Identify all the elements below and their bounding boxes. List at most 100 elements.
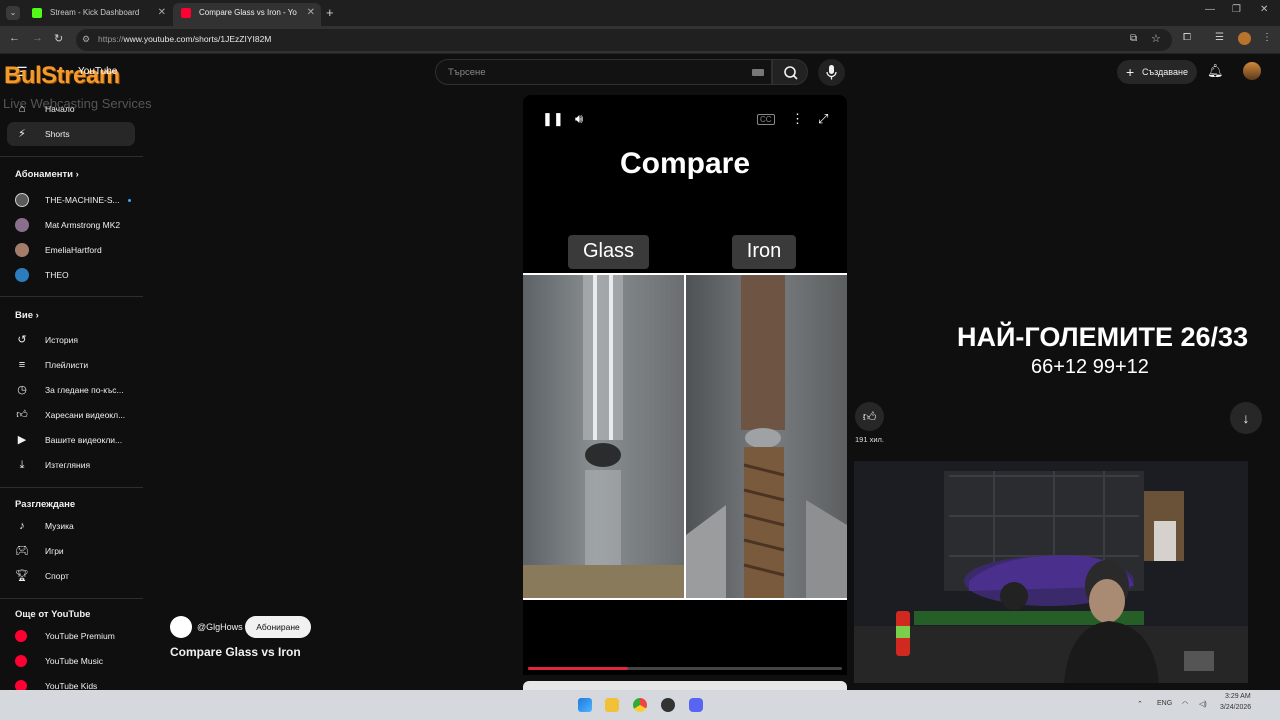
iron-rod-frame (686, 273, 847, 600)
overlay-subtitle: 66+12 99+12 (1031, 356, 1149, 378)
sidebar-item-music[interactable]: ♪ Музика (7, 514, 135, 538)
sidebar-item-label: За гледане по-къс... (45, 385, 124, 395)
sidebar-item-watch-later[interactable]: ◷ За гледане по-къс... (7, 378, 135, 402)
playlist-icon: ≡ (18, 359, 26, 371)
voice-search-button[interactable] (818, 59, 845, 86)
music-icon: ♪ (19, 520, 25, 532)
video-heading: Compare (619, 147, 751, 180)
sidebar-item-label: Изтегляния (45, 460, 91, 470)
like-count: 191 хил. (855, 435, 884, 444)
shorts-icon: ⚡︎ (18, 128, 26, 140)
account-avatar[interactable] (1243, 62, 1261, 80)
sidebar-item-shorts[interactable]: ⚡︎ Shorts (7, 122, 135, 146)
sidebar-item-home[interactable]: ⌂ Начало (7, 97, 135, 121)
sidebar-item-label: Shorts (45, 129, 70, 139)
media-icon[interactable]: ☰ (1215, 32, 1224, 43)
sidebar-item-label: Mat Armstrong MK2 (45, 220, 121, 230)
back-icon[interactable]: ← (9, 32, 20, 44)
subscribe-button[interactable]: Абониране (245, 616, 311, 638)
volume-icon[interactable]: 🔊︎ (575, 111, 583, 127)
sidebar-item-downloads[interactable]: ⤓ Изтегляния (7, 453, 135, 477)
profile-avatar[interactable] (1238, 32, 1251, 45)
webcam-scene (854, 461, 1248, 683)
video-icon: ▶ (17, 434, 27, 446)
channel-avatar[interactable] (170, 616, 192, 638)
channel-name[interactable]: @GlgHows (197, 622, 243, 632)
sidebar-item-your-videos[interactable]: ▶ Вашите видеокли... (7, 428, 135, 452)
search-icon (784, 66, 798, 80)
sidebar-item-youtube-kids[interactable]: YouTube Kids (7, 674, 135, 690)
close-window-icon[interactable]: ✕ (1260, 4, 1268, 15)
minimize-icon[interactable]: — (1205, 4, 1215, 15)
more-from-youtube-heading: Още от YouTube (15, 609, 91, 620)
short-title[interactable]: Compare Glass vs Iron (170, 645, 301, 659)
shorts-video-player[interactable]: ❚❚ 🔊︎ CC ⋮ ⤢ Compare Glass Iron (523, 95, 847, 675)
wifi-icon[interactable]: ◠ (1182, 700, 1188, 708)
youtube-icon (181, 8, 191, 18)
reload-icon[interactable]: ↻ (54, 32, 63, 45)
search-button[interactable] (772, 59, 808, 85)
windows-start-icon[interactable] (578, 698, 592, 712)
browser-menu-icon[interactable]: ⋮ (1262, 32, 1272, 43)
kick-icon (32, 8, 42, 18)
you-heading[interactable]: Вие › (15, 310, 39, 321)
maximize-icon[interactable]: ❐ (1232, 4, 1241, 15)
microphone-icon (826, 65, 837, 80)
language-indicator[interactable]: ENG (1157, 700, 1172, 707)
channel-avatar (15, 193, 29, 207)
sidebar-item-youtube-music[interactable]: YouTube Music (7, 649, 135, 673)
sidebar-item-liked[interactable]: 👍︎ Харесани видеокл... (7, 403, 135, 427)
sidebar-item-label: Музика (45, 521, 74, 531)
youtube-logo[interactable]: YouTube (78, 66, 117, 77)
sidebar-item-gaming[interactable]: 🎮︎ Игри (7, 539, 135, 563)
video-progress-bar[interactable] (528, 667, 842, 670)
keyboard-icon[interactable] (752, 69, 764, 76)
bookmark-star-icon[interactable]: ☆ (1151, 32, 1161, 45)
sidebar-item-label: YouTube Kids (45, 681, 98, 690)
extensions-icon[interactable]: ⧠ (1183, 32, 1191, 43)
create-button[interactable]: + Създаване (1117, 60, 1197, 84)
close-tab-icon[interactable]: ✕ (307, 3, 315, 22)
tab-kick-dashboard[interactable]: Stream - Kick Dashboard ✕ (24, 3, 172, 26)
sidebar-item-label: Спорт (45, 571, 69, 581)
sidebar-item-sports[interactable]: 🏆︎ Спорт (7, 564, 135, 588)
thumbs-up-icon: 👍︎ (862, 409, 877, 424)
close-tab-icon[interactable]: ✕ (158, 3, 166, 22)
tab-youtube-short[interactable]: Compare Glass vs Iron - Yo ✕ (173, 3, 321, 26)
address-bar[interactable]: ⚙ https://www.youtube.com/shorts/1JEzZIY… (76, 29, 1172, 51)
clock-date[interactable]: 3/24/2026 (1220, 704, 1251, 711)
forward-icon[interactable]: → (32, 32, 43, 44)
next-short-button[interactable]: ↓ (1230, 402, 1262, 434)
discord-icon[interactable] (689, 698, 703, 712)
tray-chevron-icon[interactable]: ⌃ (1137, 700, 1143, 708)
more-options-icon[interactable]: ⋮ (791, 111, 804, 127)
sidebar-item-youtube-premium[interactable]: YouTube Premium (7, 624, 135, 648)
sidebar-item-label: Начало (45, 104, 75, 114)
subscriptions-heading[interactable]: Абонаменти › (15, 169, 79, 180)
new-tab-button[interactable]: + (326, 5, 334, 20)
sidebar-item-subscription[interactable]: THE-MACHINE-S... (7, 188, 135, 212)
fullscreen-icon[interactable]: ⤢ (818, 111, 828, 127)
file-explorer-icon[interactable] (605, 698, 619, 712)
webcam-feed (854, 461, 1248, 683)
plus-icon: + (1126, 64, 1135, 80)
sidebar-item-subscription[interactable]: THEO (7, 263, 135, 287)
captions-icon[interactable]: CC (757, 114, 775, 125)
sidebar-item-playlists[interactable]: ≡ Плейлисти (7, 353, 135, 377)
cast-icon[interactable]: ⧉ (1130, 33, 1137, 44)
tab-title: Compare Glass vs Iron - Yo (199, 8, 297, 17)
notifications-bell-icon[interactable]: 🔔︎ (1207, 63, 1224, 79)
sidebar-item-history[interactable]: ↺ История (7, 328, 135, 352)
chrome-icon[interactable] (633, 698, 647, 712)
clock-time[interactable]: 3:29 AM (1225, 693, 1251, 700)
volume-tray-icon[interactable]: ◁) (1199, 700, 1207, 708)
like-button[interactable]: 👍︎ (855, 402, 884, 431)
obs-icon[interactable] (661, 698, 675, 712)
site-info-icon[interactable]: ⚙ (82, 34, 90, 45)
tab-list-button[interactable]: ⌄ (6, 6, 20, 20)
pause-icon[interactable]: ❚❚ (542, 111, 564, 127)
search-input[interactable]: Търсене (435, 59, 772, 85)
sidebar-item-subscription[interactable]: EmeliaHartford (7, 238, 135, 262)
download-icon: ⤓ (19, 459, 25, 471)
sidebar-item-subscription[interactable]: Mat Armstrong MK2 (7, 213, 135, 237)
